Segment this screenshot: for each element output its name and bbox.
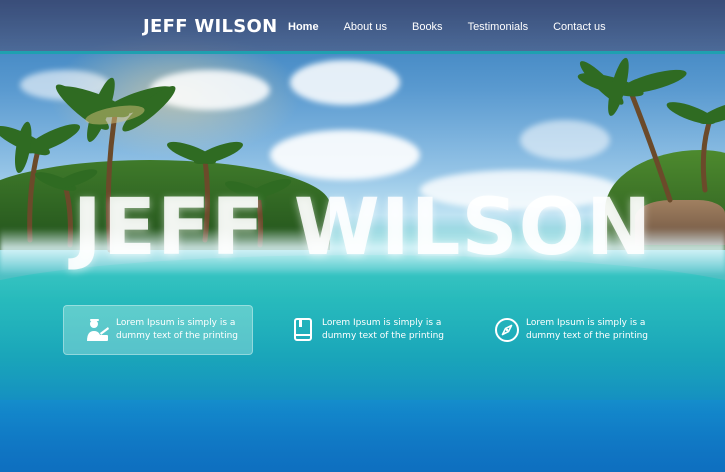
nav-item-contact-us[interactable]: Contact us xyxy=(553,21,606,33)
hero-page: JEFF WILSON Home About us Books Testimon… xyxy=(0,0,725,472)
feature-card-2[interactable]: Lorem Ipsum is simply is a dummy text of… xyxy=(270,305,460,355)
feature-text: Lorem Ipsum is simply is a dummy text of… xyxy=(116,318,238,341)
feature-text: Lorem Ipsum is simply is a dummy text of… xyxy=(322,318,444,341)
site-logo[interactable]: JEFF WILSON xyxy=(143,16,278,37)
site-header: JEFF WILSON Home About us Books Testimon… xyxy=(0,0,725,54)
main-nav: Home About us Books Testimonials Contact… xyxy=(288,21,631,33)
feature-card-1[interactable]: Lorem Ipsum is simply is a dummy text of… xyxy=(63,305,253,355)
teacher-icon xyxy=(87,319,109,341)
book-icon xyxy=(294,318,312,341)
ocean-water xyxy=(0,400,725,472)
compass-icon xyxy=(495,318,519,342)
nav-item-home[interactable]: Home xyxy=(288,21,319,33)
feature-card-3[interactable]: Lorem Ipsum is simply is a dummy text of… xyxy=(474,305,664,355)
nav-item-books[interactable]: Books xyxy=(412,21,443,33)
nav-item-about-us[interactable]: About us xyxy=(344,21,387,33)
nav-item-testimonials[interactable]: Testimonials xyxy=(468,21,529,33)
hero-title: JEFF WILSON xyxy=(72,183,653,273)
feature-text: Lorem Ipsum is simply is a dummy text of… xyxy=(526,318,648,341)
